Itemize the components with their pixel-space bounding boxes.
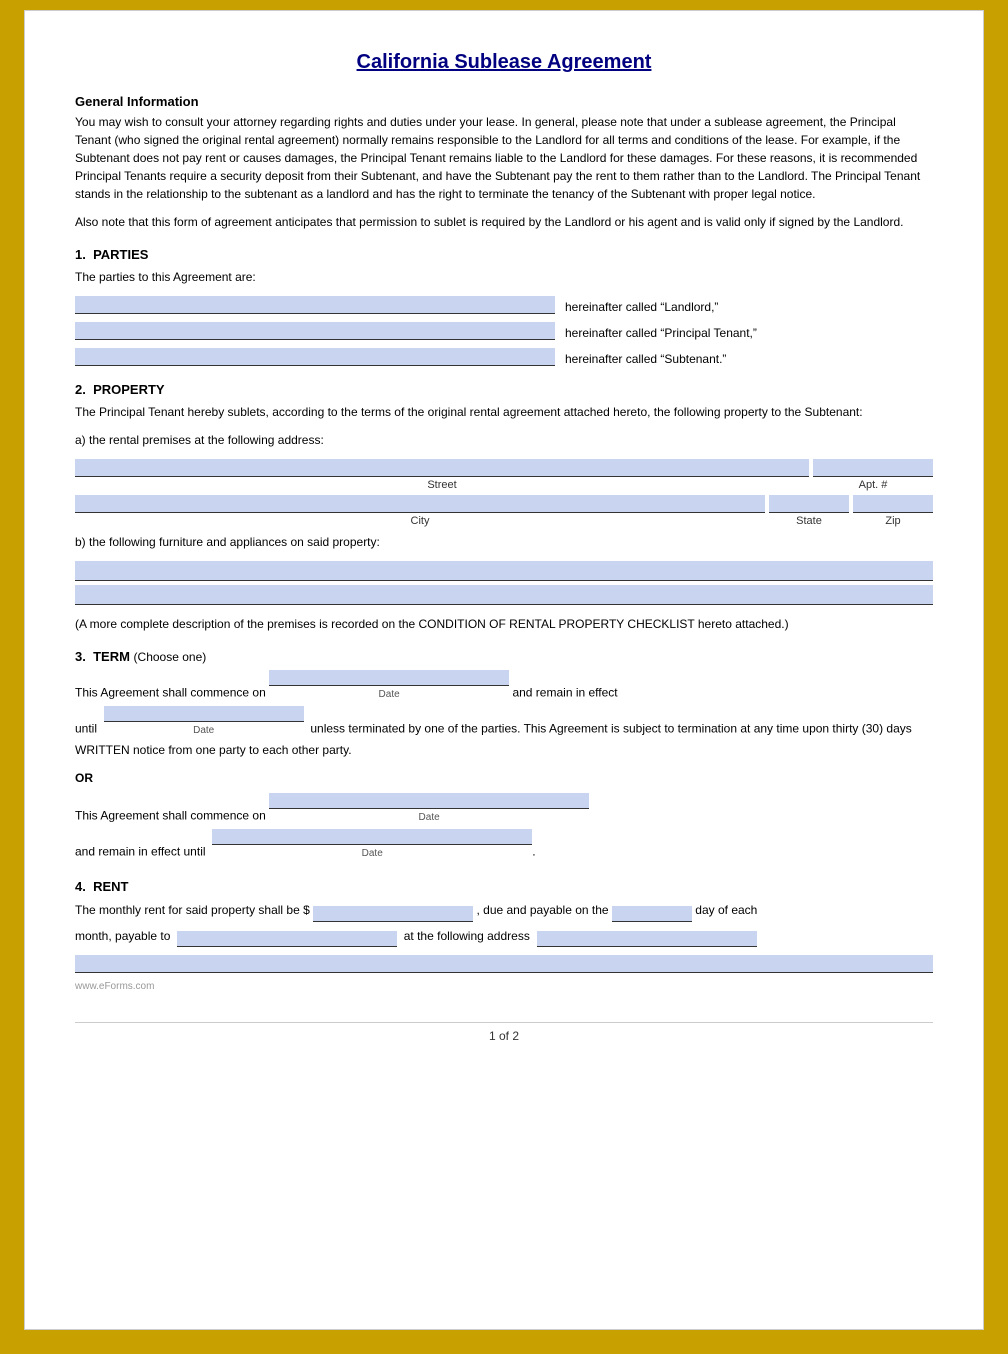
- address-row1-labels: Street Apt. #: [75, 479, 933, 491]
- address-grid: Street Apt. # City State Zip: [75, 459, 933, 527]
- document-container: California Sublease Agreement General In…: [24, 10, 984, 1330]
- zip-label: Zip: [853, 515, 933, 527]
- rent-line1: The monthly rent for said property shall…: [75, 900, 933, 922]
- section2-sub-a: a) the rental premises at the following …: [75, 431, 933, 449]
- section2-intro: The Principal Tenant hereby sublets, acc…: [75, 403, 933, 421]
- address-row2: [75, 495, 933, 513]
- zip-input[interactable]: [853, 495, 933, 513]
- section3-title: 3. TERM (Choose one): [75, 649, 933, 664]
- term-line4: and remain in effect until Date .: [75, 829, 933, 863]
- rent-amount-input[interactable]: [313, 906, 473, 922]
- general-info-heading: General Information: [75, 94, 933, 109]
- rent-continuation-input[interactable]: [75, 955, 933, 973]
- until-date2-wrap: Date: [212, 829, 532, 863]
- principal-tenant-label: hereinafter called “Principal Tenant,”: [565, 326, 757, 340]
- city-input[interactable]: [75, 495, 765, 513]
- state-label: State: [769, 515, 849, 527]
- condition-text: (A more complete description of the prem…: [75, 615, 933, 633]
- due-day-input[interactable]: [612, 906, 692, 922]
- or-text: OR: [75, 768, 933, 790]
- payable-address-input[interactable]: [537, 931, 757, 947]
- commence-date2-input[interactable]: [269, 793, 589, 809]
- landlord-line: hereinafter called “Landlord,”: [75, 296, 933, 314]
- page-footer: 1 of 2: [75, 1022, 933, 1043]
- term-line1: This Agreement shall commence on Date an…: [75, 670, 933, 704]
- also-note-text: Also note that this form of agreement an…: [75, 213, 933, 231]
- page-label: 1 of 2: [489, 1029, 519, 1043]
- address-row2-labels: City State Zip: [75, 515, 933, 527]
- landlord-label: hereinafter called “Landlord,”: [565, 300, 718, 314]
- commence-date-input[interactable]: [269, 670, 509, 686]
- furniture-input-2[interactable]: [75, 585, 933, 605]
- date-label-3: Date: [419, 809, 440, 827]
- watermark: www.eForms.com: [75, 981, 933, 992]
- date-label-1: Date: [379, 686, 400, 704]
- apt-label: Apt. #: [813, 479, 933, 491]
- principal-tenant-input[interactable]: [75, 322, 555, 340]
- term-line3: This Agreement shall commence on Date: [75, 793, 933, 827]
- until-date-input[interactable]: [104, 706, 304, 722]
- section2-title: 2. PROPERTY: [75, 382, 933, 397]
- address-row1: [75, 459, 933, 477]
- furniture-input-1[interactable]: [75, 561, 933, 581]
- general-info-text: You may wish to consult your attorney re…: [75, 113, 933, 203]
- section1-title: 1. PARTIES: [75, 247, 933, 262]
- until-date2-input[interactable]: [212, 829, 532, 845]
- principal-tenant-line: hereinafter called “Principal Tenant,”: [75, 322, 933, 340]
- until-date-wrap: Date: [104, 706, 304, 740]
- section4-title: 4. RENT: [75, 879, 933, 894]
- section2-sub-b: b) the following furniture and appliance…: [75, 533, 933, 551]
- date-label-4: Date: [362, 845, 383, 863]
- state-input[interactable]: [769, 495, 849, 513]
- street-input[interactable]: [75, 459, 809, 477]
- city-label: City: [75, 515, 765, 527]
- subtenant-label: hereinafter called “Subtenant.”: [565, 352, 726, 366]
- subtenant-input[interactable]: [75, 348, 555, 366]
- landlord-input[interactable]: [75, 296, 555, 314]
- section1-intro: The parties to this Agreement are:: [75, 268, 933, 286]
- document-title: California Sublease Agreement: [75, 51, 933, 74]
- subtenant-line: hereinafter called “Subtenant.”: [75, 348, 933, 366]
- term-line2: until Date unless terminated by one of t…: [75, 706, 933, 762]
- commence-date2-wrap: Date: [269, 793, 589, 827]
- date-label-2: Date: [193, 722, 214, 740]
- payable-to-input[interactable]: [177, 931, 397, 947]
- commence-date-wrap: Date: [269, 670, 509, 704]
- street-label: Street: [75, 479, 809, 491]
- rent-line2: month, payable to at the following addre…: [75, 926, 933, 948]
- apt-input[interactable]: [813, 459, 933, 477]
